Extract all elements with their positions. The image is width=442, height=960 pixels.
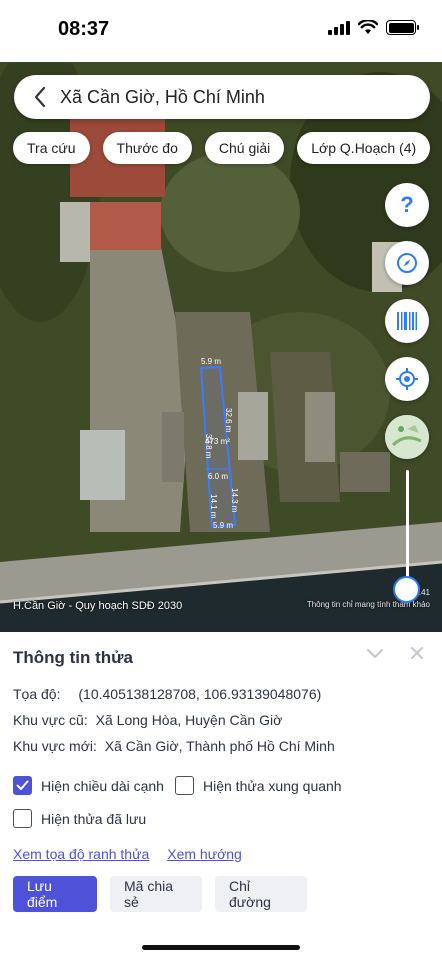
map-tool-chips: Tra cứu Thước đo Chú giải Lớp Q.Hoạch (4… <box>13 132 431 164</box>
status-bar: 08:37 <box>0 0 442 62</box>
chip-thuoc-do[interactable]: Thước đo <box>102 132 192 164</box>
save-point-button[interactable]: Lưu điểm <box>13 876 97 912</box>
view-direction-link[interactable]: Xem hướng <box>167 846 242 862</box>
parcel-top-edge: 5.9 m <box>201 357 221 366</box>
back-icon[interactable] <box>20 75 60 119</box>
coords-line: Tọa độ: (10.405138128708, 106.9313904807… <box>13 686 321 702</box>
chip-tra-cuu[interactable]: Tra cứu <box>13 132 90 164</box>
map-side-controls: ? <box>385 183 429 459</box>
compass-icon <box>397 253 417 273</box>
new-area-label: Khu vực mới: <box>13 738 97 754</box>
coords-value: (10.405138128708, 106.93139048076) <box>78 686 322 702</box>
parcel-right-lower: 14.3 m <box>230 488 239 513</box>
share-code-button[interactable]: Mã chia sẻ <box>110 876 202 912</box>
crosshair-icon <box>396 368 418 390</box>
coords-label: Tọa độ: <box>13 686 61 702</box>
panel-title: Thông tin thửa <box>13 648 133 667</box>
checkbox-surrounding[interactable]: Hiện thửa xung quanh <box>175 776 342 795</box>
checkbox-checked-icon[interactable] <box>13 776 32 795</box>
opacity-slider-track[interactable] <box>406 470 409 588</box>
chip-chu-giai[interactable]: Chú giải <box>204 132 285 164</box>
opacity-slider-knob[interactable] <box>393 576 420 603</box>
parcel-left-lower: 14.1 m <box>209 494 218 519</box>
old-area-label: Khu vực cũ: <box>13 712 88 728</box>
parcel-mid-width: 6.0 m <box>208 472 228 481</box>
checkbox-unchecked-icon[interactable] <box>13 809 32 828</box>
my-location-button[interactable] <box>385 357 429 401</box>
parcel-info-panel: Thông tin thửa Tọa độ: (10.405138128708,… <box>0 632 442 960</box>
panel-links: Xem tọa độ ranh thửa Xem hướng <box>13 846 242 862</box>
close-icon <box>411 647 423 659</box>
home-indicator <box>142 945 300 950</box>
checkbox-saved-label: Hiện thửa đã lưu <box>41 810 147 827</box>
collapse-button[interactable] <box>366 646 384 664</box>
checkbox-unchecked-icon[interactable] <box>175 776 194 795</box>
help-icon: ? <box>400 192 414 217</box>
checkbox-saved[interactable]: Hiện thửa đã lưu <box>13 809 146 828</box>
help-button[interactable]: ? <box>385 183 429 227</box>
map-layer-toggle-button[interactable] <box>385 415 429 459</box>
close-button[interactable] <box>410 646 424 665</box>
chevron-down-icon <box>367 649 383 658</box>
map-thumbnail-icon <box>385 415 429 459</box>
compass-button[interactable] <box>385 241 429 285</box>
barcode-scan-button[interactable] <box>385 299 429 343</box>
cellular-signal-icon <box>328 20 350 35</box>
old-area-line: Khu vực cũ: Xã Long Hòa, Huyện Cần Giờ <box>13 712 282 728</box>
search-location-text[interactable]: Xã Cần Giờ, Hồ Chí Minh <box>60 87 265 108</box>
panel-actions: Lưu điểm Mã chia sẻ Chỉ đường <box>13 876 307 912</box>
chip-lop-quy-hoach[interactable]: Lớp Q.Hoạch (4) <box>297 132 431 164</box>
status-time: 08:37 <box>58 18 110 40</box>
search-bar[interactable]: Xã Cần Giờ, Hồ Chí Minh <box>14 75 430 119</box>
checkbox-surrounding-label: Hiện thửa xung quanh <box>203 777 342 794</box>
checkbox-edge-length[interactable]: Hiện chiều dài cạnh <box>13 776 164 795</box>
status-icons <box>328 20 419 35</box>
new-area-line: Khu vực mới: Xã Cần Giờ, Thành phố Hồ Ch… <box>13 738 335 754</box>
parcel-bottom-edge: 5.9 m <box>213 521 233 530</box>
new-area-value: Xã Cần Giờ, Thành phố Hồ Chí Minh <box>104 738 335 754</box>
battery-icon <box>386 20 419 35</box>
wifi-icon <box>358 20 378 34</box>
checkbox-edge-length-label: Hiện chiều dài cạnh <box>41 777 164 794</box>
barcode-icon <box>397 312 417 330</box>
directions-button[interactable]: Chỉ đường <box>215 876 307 912</box>
old-area-value: Xã Long Hòa, Huyện Cần Giờ <box>95 712 283 728</box>
parcel-left-upper: 32.8 m <box>204 434 213 459</box>
map-layer-caption: H.Cần Giờ - Quy hoạch SDĐ 2030 <box>13 600 183 612</box>
parcel-right-upper: 32.6 m <box>224 408 233 433</box>
view-boundary-coords-link[interactable]: Xem tọa độ ranh thửa <box>13 846 149 862</box>
